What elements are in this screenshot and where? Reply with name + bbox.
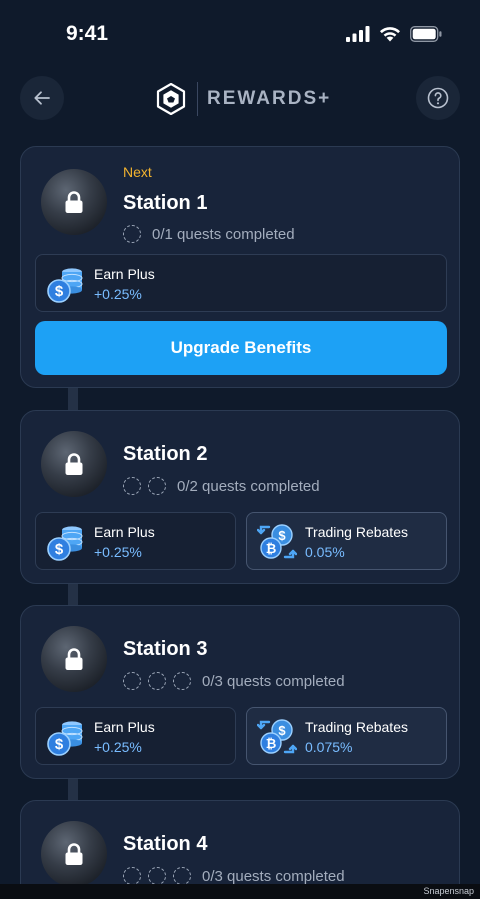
benefit-earn-plus: $ Earn Plus +0.25% — [35, 707, 236, 765]
coin-stack-icon: $ — [47, 268, 83, 303]
svg-text:₿: ₿ — [266, 736, 277, 751]
quest-dot — [123, 672, 141, 690]
quest-progress-text: 0/3 quests completed — [202, 867, 345, 885]
benefit-name: Earn Plus — [94, 524, 155, 540]
quest-dot — [148, 477, 166, 495]
station-avatar — [41, 431, 107, 497]
station-title: Station 4 — [123, 833, 208, 855]
lock-icon — [65, 648, 83, 670]
cellular-signal-icon — [346, 26, 370, 42]
quest-dot — [173, 867, 191, 885]
benefit-value: 0.075% — [305, 739, 353, 755]
benefit-trading-rebates: $ ₿ Trading Rebates 0.075% — [246, 707, 447, 765]
page-title: REWARDS+ — [207, 88, 332, 109]
svg-text:$: $ — [55, 541, 64, 558]
benefit-name: Earn Plus — [94, 719, 155, 735]
quest-progress: 0/3 quests completed — [123, 672, 345, 690]
timeline-connector — [68, 778, 78, 802]
station-avatar — [41, 169, 107, 235]
benefit-name: Earn Plus — [94, 266, 155, 282]
crypto-exchange-icon: $ ₿ — [257, 719, 297, 754]
quest-progress: 0/2 quests completed — [123, 477, 320, 495]
quest-progress: 0/3 quests completed — [123, 867, 345, 885]
quest-dot — [173, 672, 191, 690]
crypto-com-logo-icon — [156, 83, 186, 115]
station-card-1: Next Station 1 0/1 quests completed $ Ea… — [20, 146, 460, 388]
arrow-left-icon — [34, 91, 50, 105]
benefit-value: +0.25% — [94, 286, 142, 302]
status-icons — [346, 26, 442, 42]
timeline-connector — [68, 583, 78, 607]
crypto-exchange-icon: $ ₿ — [257, 524, 297, 559]
nav-header: REWARDS+ — [0, 76, 480, 122]
svg-text:$: $ — [55, 736, 64, 753]
svg-text:$: $ — [278, 528, 286, 543]
svg-text:$: $ — [55, 283, 64, 300]
benefit-value: 0.05% — [305, 544, 345, 560]
svg-text:$: $ — [278, 723, 286, 738]
coin-stack-icon: $ — [47, 721, 83, 756]
station-title: Station 2 — [123, 443, 208, 465]
benefit-value: +0.25% — [94, 544, 142, 560]
benefit-name: Trading Rebates — [305, 524, 408, 540]
quest-dot — [123, 225, 141, 243]
benefit-trading-rebates: $ ₿ Trading Rebates 0.05% — [246, 512, 447, 570]
benefit-value: +0.25% — [94, 739, 142, 755]
watermark-text: Snapensnap — [423, 886, 474, 896]
timeline-connector — [68, 388, 78, 412]
station-card-2: Station 2 0/2 quests completed $ Earn Pl… — [20, 410, 460, 584]
quest-dot — [148, 867, 166, 885]
help-icon — [427, 87, 449, 109]
battery-icon — [410, 26, 442, 42]
station-avatar — [41, 626, 107, 692]
next-label: Next — [123, 164, 152, 180]
status-bar: 9:41 — [0, 0, 480, 70]
benefit-name: Trading Rebates — [305, 719, 408, 735]
wifi-icon — [380, 27, 400, 42]
benefit-earn-plus: $ Earn Plus +0.25% — [35, 254, 447, 312]
coin-stack-icon: $ — [47, 526, 83, 561]
station-title: Station 1 — [123, 192, 208, 214]
lock-icon — [65, 191, 83, 213]
station-card-3: Station 3 0/3 quests completed $ Earn Pl… — [20, 605, 460, 779]
lock-icon — [65, 453, 83, 475]
status-time: 9:41 — [66, 22, 109, 45]
quest-progress-text: 0/3 quests completed — [202, 672, 345, 690]
station-title: Station 3 — [123, 638, 208, 660]
help-button[interactable] — [416, 76, 460, 120]
station-avatar — [41, 821, 107, 887]
quest-progress-text: 0/2 quests completed — [177, 477, 320, 495]
brand-divider — [197, 82, 198, 116]
lock-icon — [65, 843, 83, 865]
svg-text:₿: ₿ — [266, 541, 277, 556]
quest-dot — [123, 477, 141, 495]
quest-dot — [148, 672, 166, 690]
quest-progress: 0/1 quests completed — [123, 225, 295, 243]
quest-dot — [123, 867, 141, 885]
benefit-earn-plus: $ Earn Plus +0.25% — [35, 512, 236, 570]
brand: REWARDS+ — [156, 80, 331, 118]
upgrade-benefits-button[interactable]: Upgrade Benefits — [35, 321, 447, 375]
footer-bar: Snapensnap — [0, 884, 480, 899]
quest-progress-text: 0/1 quests completed — [152, 225, 295, 243]
back-button[interactable] — [20, 76, 64, 120]
